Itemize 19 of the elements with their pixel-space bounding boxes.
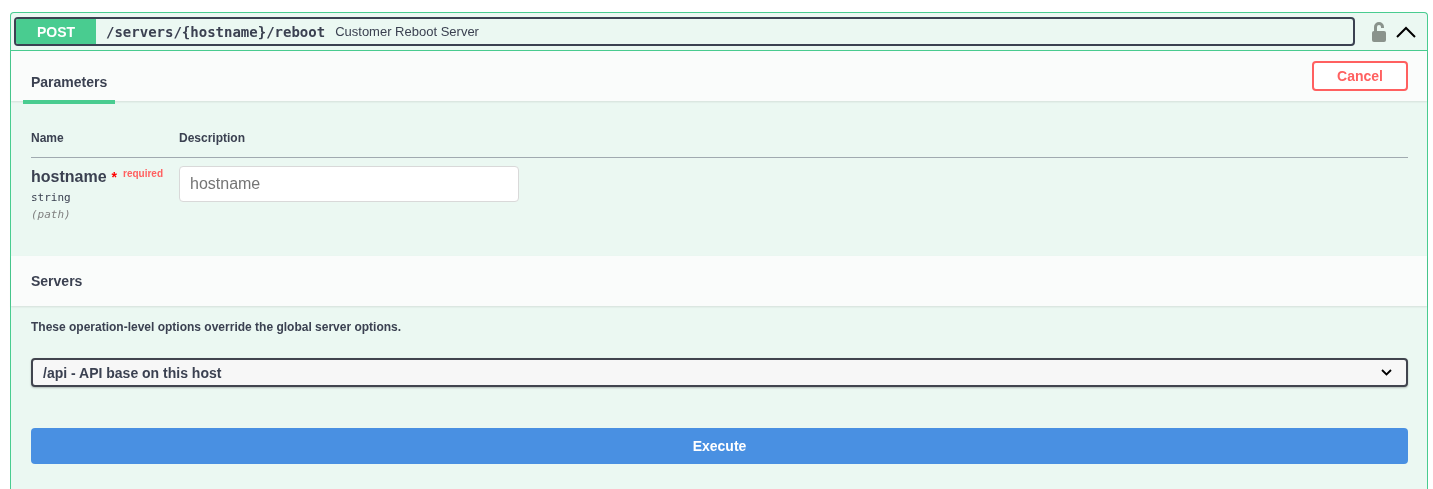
parameter-input-field[interactable]: hostname bbox=[179, 166, 519, 202]
column-header: Description bbox=[179, 131, 246, 145]
servers-title: Servers bbox=[31, 273, 83, 289]
operation-summary-text: Customer Reboot Server bbox=[335, 24, 479, 39]
parameter-location: (path) bbox=[31, 208, 72, 221]
servers-description: These operation-level options override the global server options. bbox=[31, 320, 403, 334]
endpoint-path: /servers/{hostname}/reboot bbox=[106, 23, 326, 40]
server-select[interactable]: /api - API base on this host bbox=[31, 358, 1408, 387]
operation-summary[interactable]: POST /servers/{hostname}/reboot Customer Reboot Server bbox=[14, 17, 1355, 46]
parameter-type: string bbox=[31, 191, 72, 204]
parameter-name: hostname bbox=[31, 168, 107, 185]
required-label: required bbox=[123, 168, 164, 179]
required-asterisk: * bbox=[111, 169, 118, 185]
collapse-icon[interactable] bbox=[1395, 24, 1417, 39]
method-badge: POST bbox=[16, 19, 96, 44]
caret-icon bbox=[1381, 369, 1392, 376]
column-header: Name bbox=[31, 131, 65, 145]
lock-icon[interactable] bbox=[1371, 21, 1387, 42]
parameters-tab[interactable]: Parameters bbox=[23, 56, 116, 104]
